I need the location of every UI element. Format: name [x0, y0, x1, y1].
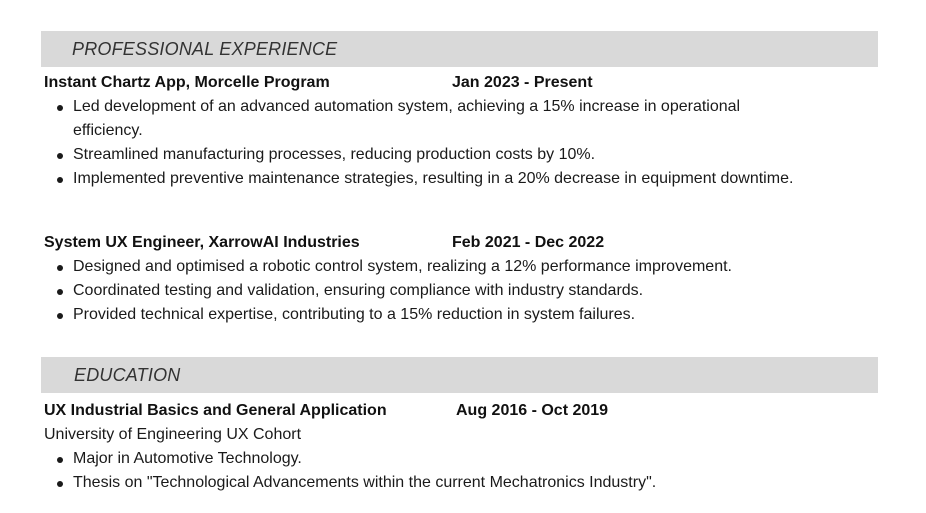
list-item: Designed and optimised a robotic control…	[44, 255, 814, 279]
education-bullet-2: Thesis on "Technological Advancements wi…	[73, 474, 657, 491]
bullet-dot	[57, 289, 63, 295]
job-2-bullet-1: Designed and optimised a robotic control…	[73, 258, 732, 275]
bullet-dot	[57, 177, 63, 183]
list-item: Thesis on "Technological Advancements wi…	[44, 471, 814, 495]
bullet-dot	[57, 153, 63, 159]
job-2-bullets: Designed and optimised a robotic control…	[44, 255, 814, 327]
education-bullets: Major in Automotive Technology. Thesis o…	[44, 447, 814, 495]
job-2-org: System UX Engineer, XarrowAI Industries	[44, 234, 360, 251]
education-school: University of Engineering UX Cohort	[44, 426, 302, 443]
list-item: Implemented preventive maintenance strat…	[44, 167, 814, 191]
job-2-bullet-2: Coordinated testing and validation, ensu…	[73, 282, 644, 299]
job-2-header: System UX Engineer, XarrowAI Industries …	[44, 233, 604, 253]
resume-page: PROFESSIONAL EXPERIENCE Instant Chartz A…	[0, 0, 926, 513]
bullet-dot	[57, 105, 63, 111]
job-2-bullet-3: Provided technical expertise, contributi…	[73, 306, 636, 323]
list-item: Streamlined manufacturing processes, red…	[44, 143, 814, 167]
list-item: Major in Automotive Technology.	[44, 447, 814, 471]
bullet-dot	[57, 481, 63, 487]
list-item: Led development of an advanced automatio…	[44, 95, 814, 143]
job-1-bullet-3: Implemented preventive maintenance strat…	[73, 170, 794, 187]
experience-section-title: PROFESSIONAL EXPERIENCE	[72, 38, 338, 59]
bullet-dot	[57, 457, 63, 463]
job-1-dates: Jan 2023 - Present	[452, 74, 593, 91]
list-item: Provided technical expertise, contributi…	[44, 303, 814, 327]
bullet-dot	[57, 265, 63, 271]
job-1-org: Instant Chartz App, Morcelle Program	[44, 74, 330, 91]
education-dates: Aug 2016 - Oct 2019	[456, 402, 609, 419]
job-1-header: Instant Chartz App, Morcelle Program Jan…	[44, 73, 593, 93]
education-bullet-1: Major in Automotive Technology.	[73, 450, 302, 467]
education-program: UX Industrial Basics and General Applica…	[44, 402, 387, 419]
bullet-dot	[57, 313, 63, 319]
education-section-title: EDUCATION	[74, 364, 181, 385]
education-header: UX Industrial Basics and General Applica…	[44, 401, 608, 421]
job-1-bullet-1: Led development of an advanced automatio…	[73, 98, 741, 139]
job-2-dates: Feb 2021 - Dec 2022	[452, 234, 605, 251]
job-1-bullet-2: Streamlined manufacturing processes, red…	[73, 146, 596, 163]
job-1-bullets: Led development of an advanced automatio…	[44, 95, 814, 191]
list-item: Coordinated testing and validation, ensu…	[44, 279, 814, 303]
education-section-header: EDUCATION	[41, 357, 878, 393]
experience-section-header: PROFESSIONAL EXPERIENCE	[41, 31, 878, 67]
